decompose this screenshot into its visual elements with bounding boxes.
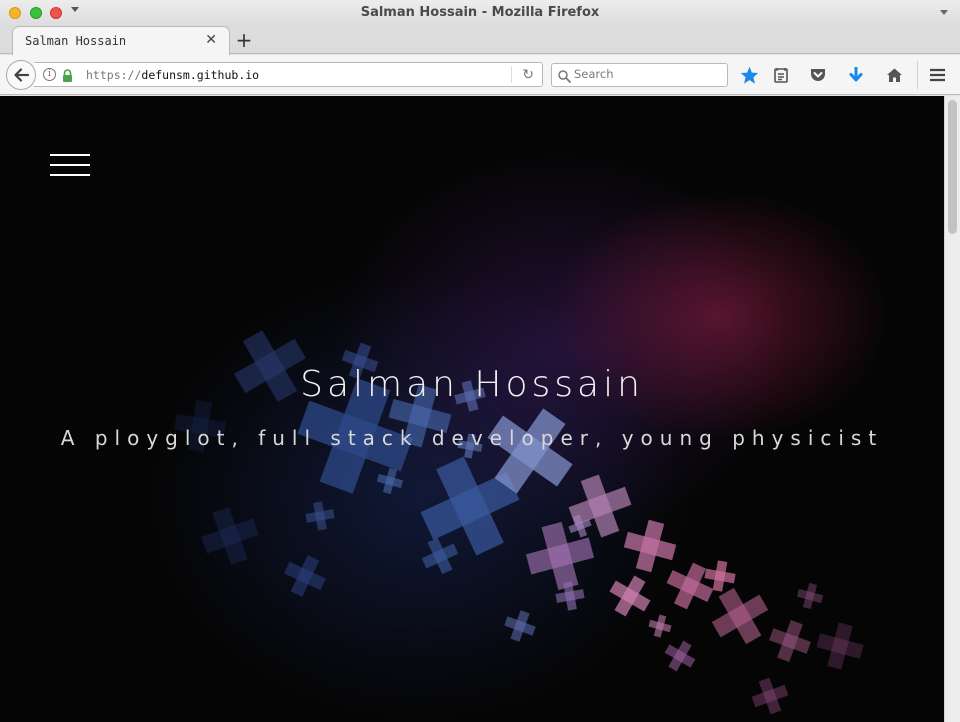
page-title: Salman Hossain	[300, 364, 644, 405]
decorative-cross	[796, 582, 824, 610]
search-input[interactable]	[574, 67, 714, 81]
navigation-toolbar: i https://defunsm.github.io ↻	[0, 55, 960, 95]
search-bar[interactable]	[551, 63, 728, 87]
decorative-cross	[504, 610, 536, 642]
lock-icon[interactable]	[62, 67, 73, 86]
back-button[interactable]	[6, 60, 36, 90]
info-icon[interactable]: i	[43, 68, 56, 81]
decorative-cross	[609, 575, 651, 617]
decorative-cross	[769, 620, 811, 662]
url-protocol: https://	[86, 68, 142, 82]
vertical-scrollbar[interactable]	[944, 96, 960, 722]
tab-strip: Salman Hossain ✕ +	[0, 26, 960, 55]
decorative-cross	[816, 622, 864, 670]
decorative-cross	[568, 474, 632, 538]
reading-list-icon[interactable]	[771, 65, 791, 85]
pocket-icon[interactable]	[808, 65, 828, 85]
toolbar-divider	[917, 61, 918, 89]
decorative-cross	[648, 614, 672, 638]
tab-close-icon[interactable]: ✕	[205, 32, 217, 48]
menu-icon[interactable]	[927, 65, 947, 85]
decorative-cross	[421, 537, 459, 575]
scrollbar-thumb[interactable]	[948, 100, 957, 234]
cross-pattern-background	[173, 330, 864, 715]
url-bar[interactable]: i https://defunsm.github.io ↻	[34, 62, 543, 87]
reload-icon[interactable]: ↻	[522, 67, 534, 83]
page-subtitle: A ployglot, full stack developer, young …	[60, 426, 884, 450]
window-dropdown-icon[interactable]	[940, 10, 948, 15]
new-tab-button[interactable]: +	[234, 28, 254, 52]
url-divider	[511, 66, 512, 83]
page-viewport: Salman Hossain A ployglot, full stack de…	[0, 96, 944, 722]
decorative-cross	[751, 677, 789, 715]
url-text[interactable]: https://defunsm.github.io	[86, 68, 259, 82]
window-titlebar: Salman Hossain - Mozilla Firefox	[0, 0, 960, 26]
decorative-cross	[305, 501, 335, 531]
decorative-cross	[525, 521, 595, 591]
decorative-cross	[284, 555, 326, 597]
url-host: defunsm.github.io	[141, 68, 260, 82]
home-icon[interactable]	[884, 65, 904, 85]
decorative-cross	[623, 519, 677, 573]
back-arrow-icon	[14, 68, 29, 82]
search-icon	[558, 68, 571, 87]
tab-salman-hossain[interactable]: Salman Hossain ✕	[12, 26, 230, 55]
decorative-cross	[201, 507, 259, 565]
decorative-cross	[664, 640, 696, 672]
hamburger-menu-icon[interactable]	[50, 154, 92, 178]
bookmark-star-icon[interactable]	[739, 65, 759, 85]
window-title: Salman Hossain - Mozilla Firefox	[360, 5, 600, 20]
download-icon[interactable]	[846, 65, 866, 85]
tab-title: Salman Hossain	[25, 34, 127, 48]
decorative-cross	[666, 562, 714, 610]
